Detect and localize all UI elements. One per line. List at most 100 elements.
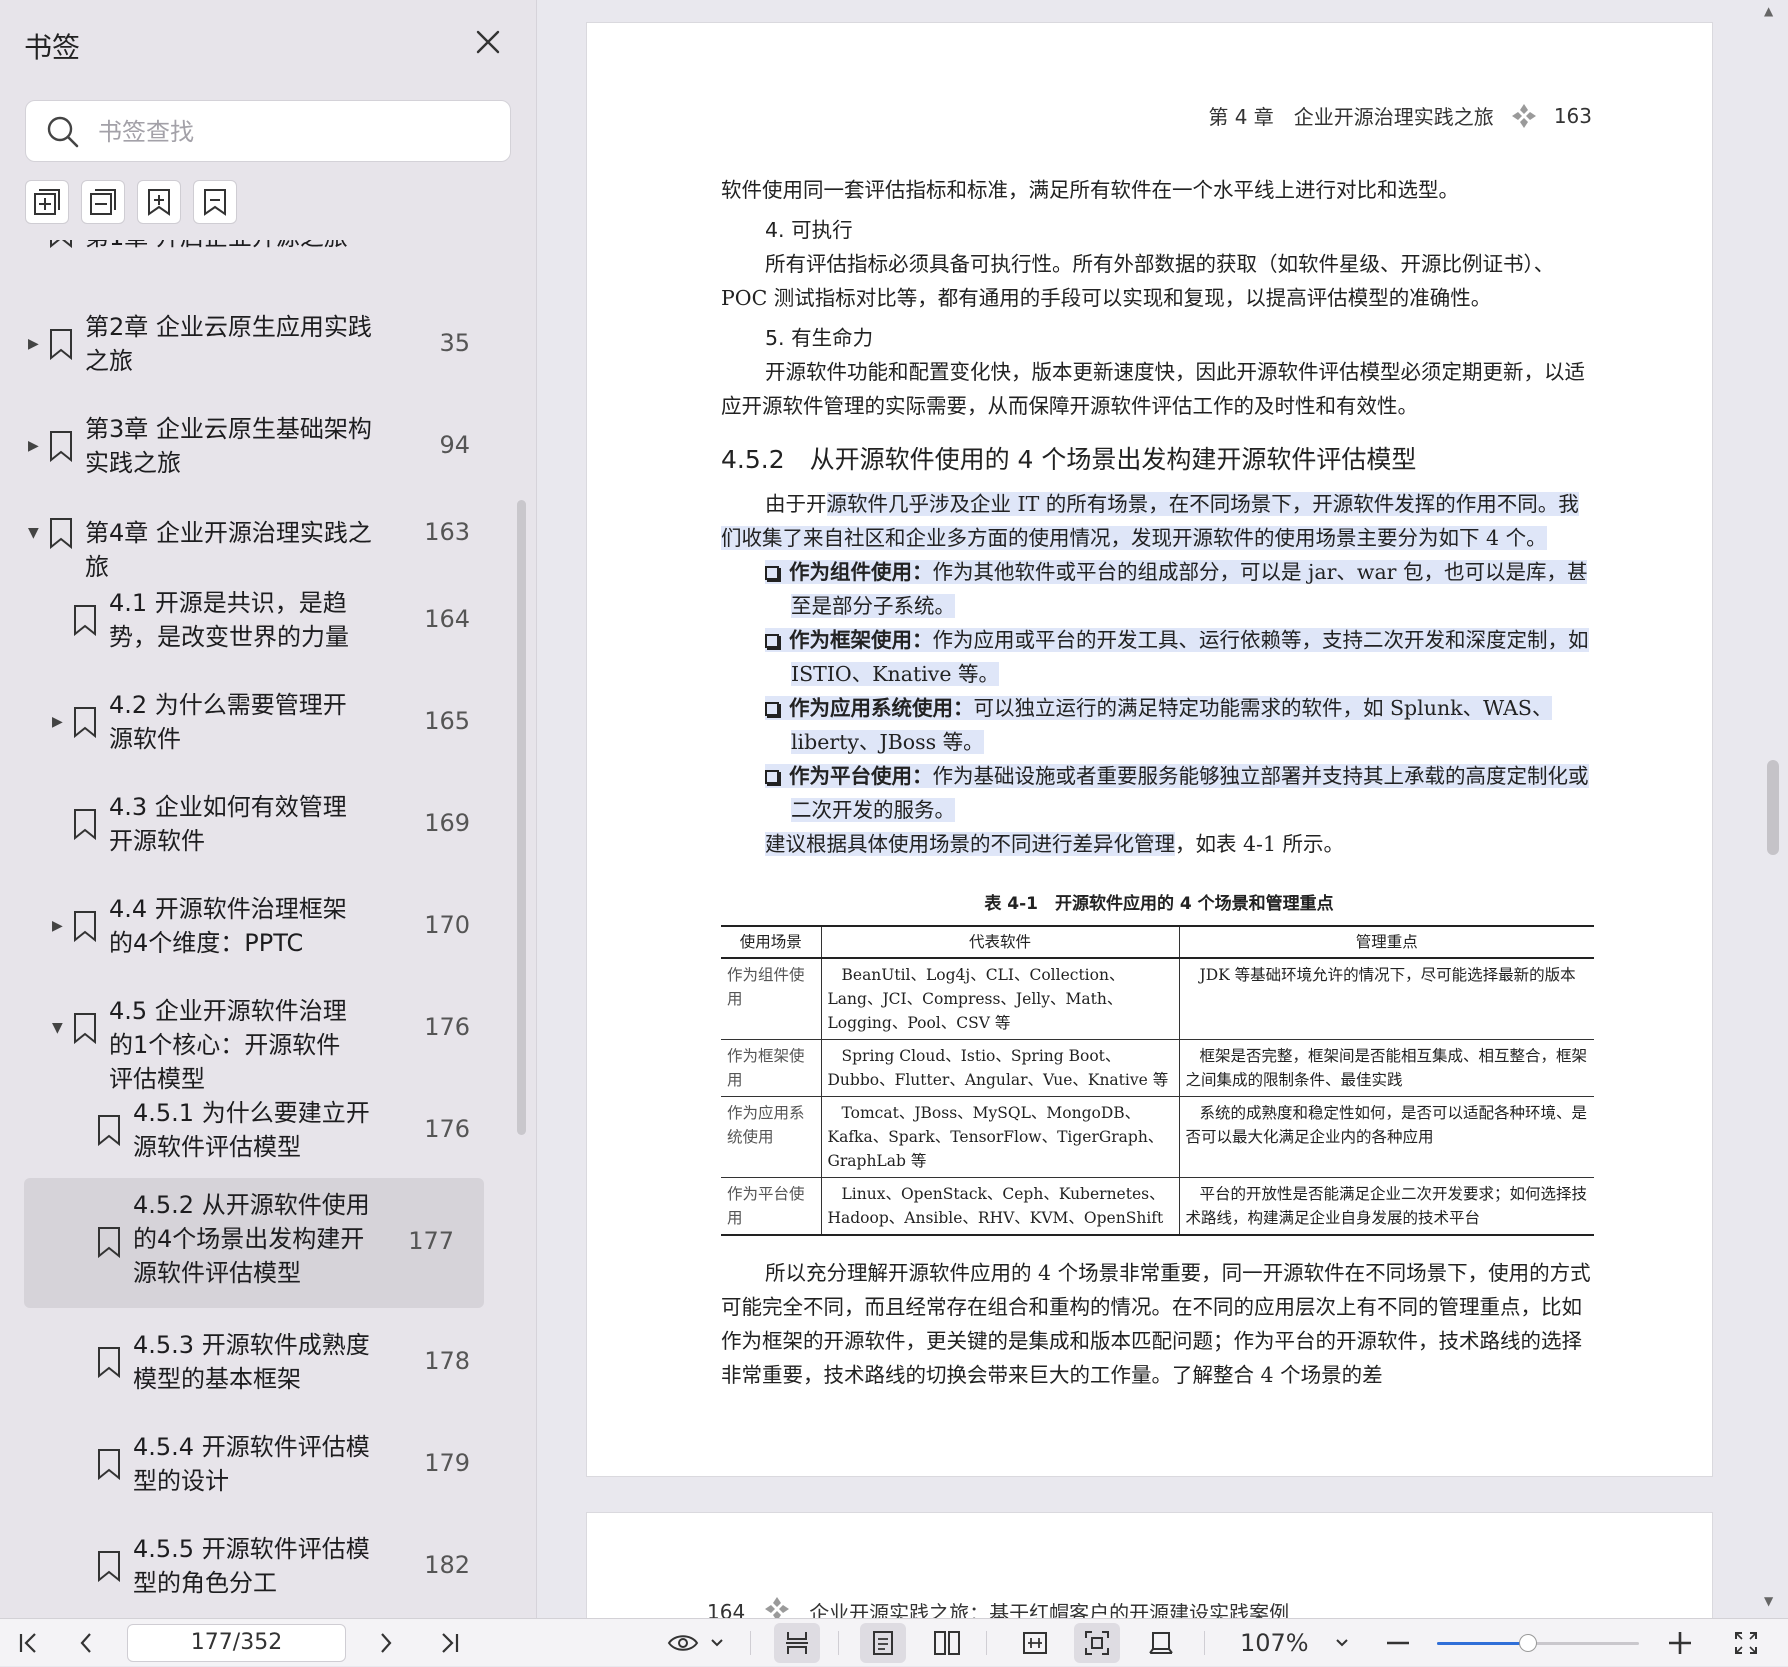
expand-triangle-icon[interactable]: ▶ bbox=[28, 438, 39, 454]
bookmark-label: 4.5.3 开源软件成熟度模型的基本框架 bbox=[133, 1331, 370, 1393]
expand-triangle-icon[interactable]: ▶ bbox=[28, 336, 39, 352]
bookmark-item[interactable]: ▶ 4.2 为什么需要管理开源软件 165 bbox=[0, 678, 500, 768]
table-cell: Linux、OpenStack、Ceph、Kubernetes、Hadoop、A… bbox=[820, 1177, 1179, 1236]
add-bookmark-icon[interactable] bbox=[137, 180, 181, 224]
collapse-triangle-icon[interactable]: ▼ bbox=[28, 525, 39, 541]
close-icon[interactable] bbox=[472, 26, 504, 58]
bookmark-search-input[interactable] bbox=[98, 111, 498, 153]
bookmark-page-number: 170 bbox=[424, 911, 470, 939]
body-line: 软件使用同一套评估指标和标准，满足所有软件在一个水平线上进行对比和选型。 bbox=[721, 178, 1459, 202]
table-cell: 平台的开放性是否能满足企业二次开发要求；如何选择技术路线，构建满足企业自身发展的… bbox=[1178, 1177, 1594, 1236]
table-cell: BeanUtil、Log4j、CLI、Collection、Lang、JCI、C… bbox=[820, 958, 1179, 1040]
single-page-icon[interactable] bbox=[860, 1623, 906, 1663]
bookmark-item[interactable]: 4.3 企业如何有效管理开源软件 169 bbox=[0, 780, 500, 870]
advice-rest: ，如表 4-1 所示。 bbox=[1175, 832, 1345, 856]
scroll-down-icon[interactable]: ▼ bbox=[1764, 1594, 1773, 1608]
zoom-out-icon[interactable] bbox=[1378, 1619, 1418, 1667]
table-cell: 作为框架使用 bbox=[721, 1039, 821, 1097]
bookmark-label: 4.4 开源软件治理框架的4个维度：PPTC bbox=[109, 895, 347, 957]
view-mode-icon[interactable] bbox=[664, 1619, 730, 1667]
table-cell: 作为应用系统使用 bbox=[721, 1096, 821, 1178]
table-cell: 作为平台使用 bbox=[721, 1177, 821, 1236]
table-body: 作为组件使用 BeanUtil、Log4j、CLI、Collection、Lang… bbox=[721, 958, 1594, 1236]
table-row: 作为平台使用 Linux、OpenStack、Ceph、Kubernetes、Ha… bbox=[721, 1177, 1594, 1236]
bookmark-item[interactable]: ▶ 4.4 开源软件治理框架的4个维度：PPTC 170 bbox=[0, 882, 500, 972]
bookmark-page-number: 178 bbox=[424, 1347, 470, 1375]
running-head: 第 4 章 企业开源治理实践之旅 163 bbox=[1208, 101, 1592, 130]
advice-paragraph[interactable]: 建议根据具体使用场景的不同进行差异化管理，如表 4-1 所示。 bbox=[721, 827, 1597, 861]
zoom-slider-thumb[interactable] bbox=[1518, 1634, 1537, 1652]
table-row: 作为应用系统使用 Tomcat、JBoss、MySQL、MongoDB、Kafka… bbox=[721, 1096, 1594, 1178]
pdf-page-164: 164 企业开源实践之旅：基于红帽客户的开源建设实践案例 bbox=[586, 1512, 1713, 1618]
bookmark-icon bbox=[72, 706, 98, 739]
last-page-icon[interactable] bbox=[430, 1619, 470, 1667]
collapse-triangle-icon[interactable]: ▼ bbox=[52, 1020, 63, 1036]
bookmark-icon bbox=[72, 808, 98, 841]
page-number: 163 bbox=[1553, 103, 1592, 128]
table-row: 作为框架使用 Spring Cloud、Istio、Spring Boot、Dub… bbox=[721, 1039, 1594, 1097]
expand-all-icon[interactable] bbox=[25, 180, 69, 224]
table-header-cell: 代表软件 bbox=[820, 925, 1179, 959]
previous-page-icon[interactable] bbox=[66, 1619, 106, 1667]
bullet-label: 作为平台使用： bbox=[789, 764, 933, 788]
bullet-item: 作为应用系统使用：可以独立运行的满足特定功能需求的软件，如 Splunk、WAS… bbox=[721, 691, 1597, 759]
bookmark-item[interactable]: 4.5.3 开源软件成熟度模型的基本框架 178 bbox=[0, 1318, 500, 1408]
bookmark-item[interactable]: 4.5.5 开源软件评估模型的角色分工 182 bbox=[0, 1522, 500, 1612]
bookmark-icon bbox=[96, 1346, 122, 1379]
fit-width-icon[interactable] bbox=[1012, 1619, 1058, 1667]
collapse-all-icon[interactable] bbox=[81, 180, 125, 224]
expand-triangle-icon[interactable]: ▶ bbox=[52, 714, 63, 730]
document-view: 第 4 章 企业开源治理实践之旅 163 软件使用同一套评估指标和标准，满足所有… bbox=[538, 0, 1788, 1618]
pdf-page-163: 第 4 章 企业开源治理实践之旅 163 软件使用同一套评估指标和标准，满足所有… bbox=[586, 22, 1713, 1477]
fit-page-icon[interactable] bbox=[1074, 1623, 1120, 1663]
bookmark-item[interactable]: ▼ 第4章 企业开源治理实践之旅 163 bbox=[0, 504, 500, 581]
bookmark-item[interactable]: ▼ 4.5 企业开源软件治理的1个核心：开源软件评估模型 176 bbox=[0, 984, 500, 1093]
bookmark-list: ▶ 第1章 开启企业开源之旅 15 ▶ 第2章 企业云原生应用实践之旅 35 ▶ 第3章 企业… bbox=[0, 240, 536, 1618]
bookmark-item[interactable]: 4.5.2 从开源软件使用的4个场景出发构建开源软件评估模型 177 bbox=[24, 1178, 484, 1308]
bookmark-label: 4.5.1 为什么要建立开源软件评估模型 bbox=[133, 1099, 370, 1161]
bookmark-icon bbox=[72, 910, 98, 943]
book-logo-icon bbox=[1510, 102, 1538, 130]
bottom-toolbar: 177/352 107% bbox=[0, 1618, 1788, 1666]
bookmark-item[interactable]: ▶第1章 开启企业开源之旅15 bbox=[0, 240, 500, 258]
zoom-dropdown-chevron-down-icon[interactable] bbox=[1324, 1619, 1360, 1667]
bullet-item: 作为组件使用：作为其他软件或平台的组成部分，可以是 jar、war 包，也可以是… bbox=[721, 555, 1597, 623]
bookmark-item[interactable]: 4.1 开源是共识，是趋势，是改变世界的力量 164 bbox=[0, 576, 500, 666]
fullscreen-icon[interactable] bbox=[1726, 1619, 1766, 1667]
sidebar-scrollbar[interactable] bbox=[517, 500, 526, 1135]
table-header-row: 使用场景 代表软件 管理重点 bbox=[721, 925, 1594, 959]
zoom-slider[interactable] bbox=[1437, 1634, 1639, 1652]
bookmark-icon bbox=[96, 1114, 122, 1147]
zoom-level[interactable]: 107% bbox=[1240, 1619, 1309, 1667]
first-page-icon[interactable] bbox=[8, 1619, 48, 1667]
scroll-up-icon[interactable]: ▲ bbox=[1764, 4, 1773, 18]
checkbox-bullet-icon bbox=[765, 634, 779, 648]
table-cell: Tomcat、JBoss、MySQL、MongoDB、Kafka、Spark、T… bbox=[820, 1096, 1179, 1178]
bookmark-icon bbox=[72, 604, 98, 637]
bookmark-page-number: 169 bbox=[424, 809, 470, 837]
continuous-scroll-icon[interactable] bbox=[774, 1623, 820, 1663]
bookmark-item[interactable]: 4.5.4 开源软件评估模型的设计 179 bbox=[0, 1420, 500, 1510]
document-scrollbar[interactable] bbox=[1767, 760, 1779, 855]
expand-triangle-icon[interactable]: ▶ bbox=[52, 918, 63, 934]
remove-bookmark-icon[interactable] bbox=[193, 180, 237, 224]
bookmark-item[interactable]: 4.5.1 为什么要建立开源软件评估模型 176 bbox=[0, 1086, 500, 1176]
bookmark-item[interactable]: ▶ 第3章 企业云原生基础架构实践之旅 94 bbox=[0, 402, 500, 492]
bookmark-icon bbox=[96, 1550, 122, 1583]
bookmark-icon bbox=[72, 1012, 98, 1045]
table-caption: 表 4-1 开源软件应用的 4 个场景和管理重点 bbox=[984, 894, 1334, 914]
bullet-list: 作为组件使用：作为其他软件或平台的组成部分，可以是 jar、war 包，也可以是… bbox=[721, 555, 1597, 827]
two-page-icon[interactable] bbox=[924, 1619, 970, 1667]
bookmark-label: 4.1 开源是共识，是趋势，是改变世界的力量 bbox=[109, 589, 349, 651]
next-page-icon[interactable] bbox=[366, 1619, 406, 1667]
page-number-input[interactable]: 177/352 bbox=[127, 1624, 346, 1662]
bookmark-tools bbox=[25, 180, 237, 224]
intro-paragraph[interactable]: 由于开源软件几乎涉及企业 IT 的所有场景，在不同场景下，开源软件发挥的作用不同… bbox=[721, 487, 1597, 555]
bookmark-item[interactable]: ▶ 第2章 企业云原生应用实践之旅 35 bbox=[0, 300, 500, 390]
bookmark-label: 第3章 企业云原生基础架构实践之旅 bbox=[85, 415, 372, 477]
rotate-page-icon[interactable] bbox=[1138, 1619, 1184, 1667]
bookmark-icon bbox=[96, 1448, 122, 1481]
zoom-in-icon[interactable] bbox=[1660, 1619, 1700, 1667]
bookmark-label: 4.5.4 开源软件评估模型的设计 bbox=[133, 1433, 370, 1495]
table-cell: Spring Cloud、Istio、Spring Boot、Dubbo、Flu… bbox=[820, 1039, 1179, 1097]
